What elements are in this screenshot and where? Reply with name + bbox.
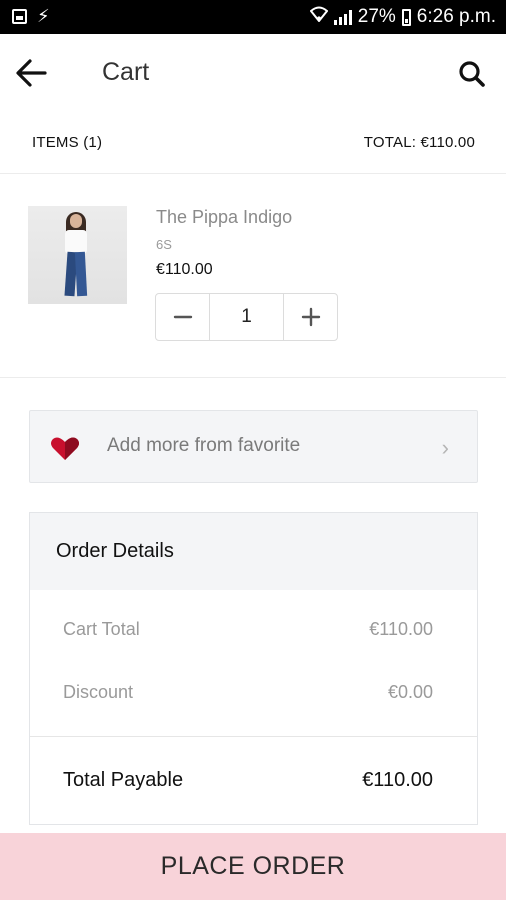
- order-details-header: Order Details: [30, 513, 477, 590]
- chevron-right-icon: ›: [441, 435, 449, 460]
- order-details-card: Order Details Cart Total €110.00 Discoun…: [29, 512, 478, 825]
- quantity-value[interactable]: 1: [209, 294, 284, 340]
- lightning-icon: ⚡: [37, 6, 50, 26]
- discount-row: Discount €0.00: [63, 682, 433, 703]
- product-size: 6S: [156, 237, 172, 252]
- minus-icon: [173, 315, 192, 319]
- battery-icon: [401, 8, 411, 26]
- divider: [30, 736, 477, 737]
- status-right: 27% 6:26 p.m.: [309, 6, 496, 28]
- status-left: ⚡: [12, 7, 50, 25]
- increment-button[interactable]: [284, 294, 337, 340]
- status-bar: ⚡ 27% 6:26 p.m.: [0, 0, 506, 34]
- add-from-favorite-button[interactable]: Add more from favorite ›: [29, 410, 478, 483]
- battery-percent: 27%: [357, 6, 396, 27]
- discount-label: Discount: [63, 682, 134, 702]
- order-details-title: Order Details: [56, 540, 174, 562]
- place-order-button[interactable]: PLACE ORDER: [0, 833, 506, 900]
- product-image[interactable]: [28, 206, 127, 304]
- signal-icon: [333, 9, 352, 25]
- image-notification-icon: [12, 8, 27, 24]
- total-payable-label: Total Payable: [63, 769, 184, 791]
- app-bar: Cart: [0, 34, 506, 114]
- total-payable-row: Total Payable €110.00: [63, 769, 433, 792]
- discount-value: €0.00: [387, 682, 433, 702]
- items-count: ITEMS (1): [32, 134, 103, 151]
- cart-total-value: €110.00: [369, 619, 433, 639]
- cart-item: The Pippa Indigo 6S €110.00 1: [0, 175, 506, 378]
- decrement-button[interactable]: [156, 294, 209, 340]
- product-name[interactable]: The Pippa Indigo: [156, 207, 292, 228]
- favorite-label: Add more from favorite: [107, 435, 301, 456]
- back-button[interactable]: [14, 56, 54, 92]
- cart-total-row: Cart Total €110.00: [63, 619, 433, 640]
- plus-icon: [301, 307, 320, 327]
- cart-total-summary: TOTAL: €110.00: [363, 134, 475, 151]
- cart-total-label: Cart Total: [63, 619, 140, 639]
- wifi-icon: [309, 6, 329, 28]
- search-button[interactable]: [458, 60, 488, 90]
- heart-icon: [51, 437, 79, 460]
- clock: 6:26 p.m.: [416, 6, 496, 27]
- page-title: Cart: [102, 58, 150, 86]
- quantity-stepper: 1: [155, 293, 338, 341]
- arrow-left-icon: [16, 59, 47, 87]
- total-payable-value: €110.00: [362, 769, 433, 791]
- search-icon: [459, 61, 485, 87]
- product-price: €110.00: [156, 261, 213, 278]
- cart-summary: ITEMS (1) TOTAL: €110.00: [0, 114, 506, 174]
